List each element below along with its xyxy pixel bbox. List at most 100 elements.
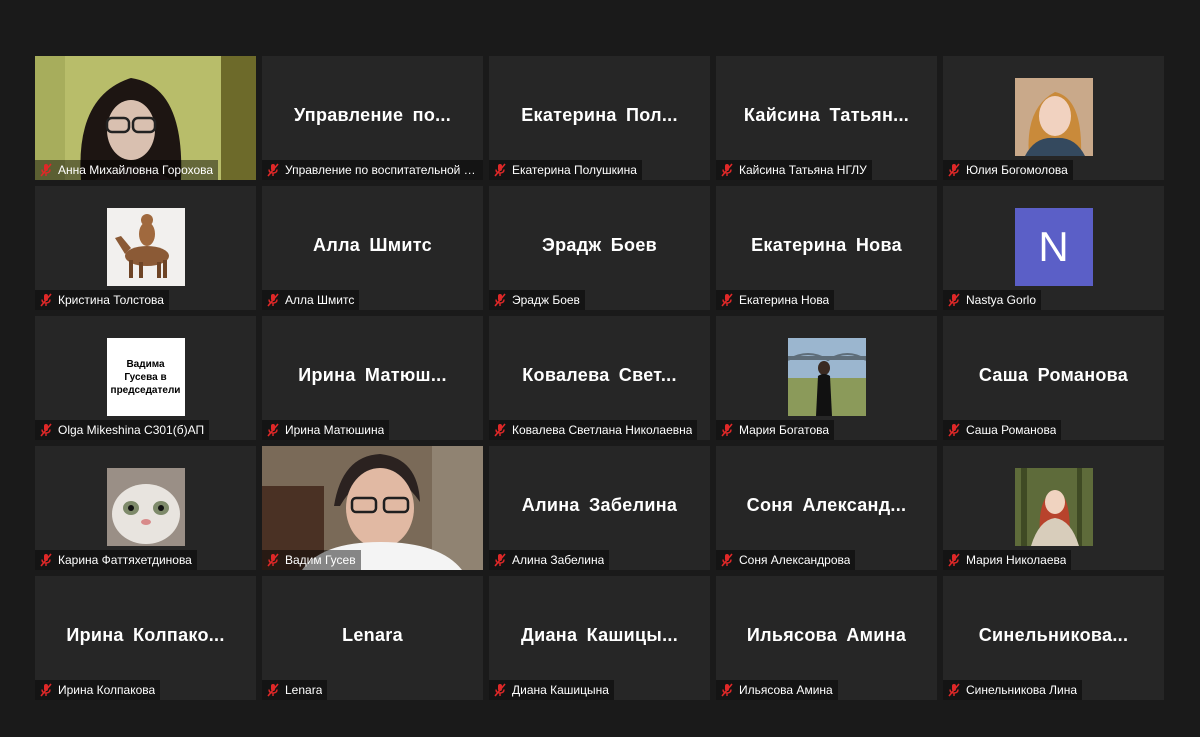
participant-name: Кайсина Татьяна НГЛУ [739, 163, 867, 177]
display-name: Соня Александ... [746, 494, 907, 515]
participant-name: Кристина Толстова [58, 293, 164, 307]
participant-name: Алла Шмитс [285, 293, 355, 307]
mic-muted-icon [720, 293, 734, 307]
display-name: Ирина Колпако... [66, 624, 225, 645]
participant-name: Эрадж Боев [512, 293, 580, 307]
participant-tile[interactable]: Юлия Богомолова [943, 56, 1164, 180]
name-label: Ильясова Амина [716, 680, 838, 700]
name-label: Кристина Толстова [35, 290, 169, 310]
name-label: Lenara [262, 680, 328, 700]
mic-muted-icon [266, 683, 280, 697]
participant-tile[interactable]: Соня Александ... Соня Александрова [716, 446, 937, 570]
display-name: Кайсина Татьян... [743, 104, 910, 125]
name-label: Olga Mikeshina С301(б)АП [35, 420, 210, 440]
display-name: Синельникова... [978, 624, 1129, 645]
participant-name: Управление по воспитательной р... [285, 163, 478, 177]
participant-tile[interactable]: Управление по... Управление по воспитател… [262, 56, 483, 180]
name-label: Анна Михайловна Горохова [35, 160, 219, 180]
participant-tile[interactable]: Карина Фаттяхетдинова [35, 446, 256, 570]
participant-tile[interactable]: Кристина Толстова [35, 186, 256, 310]
participant-tile[interactable]: Ирина Матюш... Ирина Матюшина [262, 316, 483, 440]
participant-name: Алина Забелина [512, 553, 605, 567]
participant-name: Ильясова Амина [739, 683, 833, 697]
mic-muted-icon [39, 683, 53, 697]
mic-muted-icon [720, 553, 734, 567]
participant-name: Ирина Колпакова [58, 683, 156, 697]
participant-name: Саша Романова [966, 423, 1057, 437]
mic-muted-icon [39, 163, 53, 177]
name-label: Саша Романова [943, 420, 1062, 440]
participant-tile[interactable]: N Nastya Gorlo [943, 186, 1164, 310]
profile-picture [787, 338, 866, 416]
mic-muted-icon [266, 423, 280, 437]
sign-avatar: Вадима Гусева в председатели [106, 338, 185, 416]
mic-muted-icon [493, 553, 507, 567]
display-name: Диана Кашицы... [520, 624, 678, 645]
name-label: Синельникова Лина [943, 680, 1083, 700]
mic-muted-icon [947, 683, 961, 697]
participant-name: Екатерина Полушкина [512, 163, 637, 177]
mic-muted-icon [493, 163, 507, 177]
name-label: Nastya Gorlo [943, 290, 1042, 310]
participant-name: Диана Кашицына [512, 683, 609, 697]
mic-muted-icon [266, 163, 280, 177]
participant-tile[interactable]: Алла Шмитс Алла Шмитс [262, 186, 483, 310]
name-label: Ирина Колпакова [35, 680, 161, 700]
display-name: Эрадж Боев [541, 234, 657, 255]
participant-tile[interactable]: Мария Николаева [943, 446, 1164, 570]
participant-tile[interactable]: Мария Богатова [716, 316, 937, 440]
mic-muted-icon [947, 553, 961, 567]
participant-tile[interactable]: Ирина Колпако... Ирина Колпакова [35, 576, 256, 700]
profile-picture [1014, 78, 1093, 156]
participant-name: Екатерина Нова [739, 293, 830, 307]
letter-avatar: N [1014, 208, 1093, 286]
display-name: Екатерина Нова [751, 234, 902, 255]
mic-muted-icon [720, 163, 734, 177]
name-label: Мария Богатова [716, 420, 835, 440]
participant-tile[interactable]: Ильясова Амина Ильясова Амина [716, 576, 937, 700]
name-label: Мария Николаева [943, 550, 1072, 570]
participant-tile[interactable]: Эрадж Боев Эрадж Боев [489, 186, 710, 310]
display-name: Lenara [342, 624, 403, 645]
profile-picture [106, 208, 185, 286]
mic-muted-icon [720, 423, 734, 437]
participant-name: Мария Богатова [739, 423, 830, 437]
participant-tile[interactable]: Анна Михайловна Горохова [35, 56, 256, 180]
participant-tile[interactable]: Екатерина Нова Екатерина Нова [716, 186, 937, 310]
participant-tile[interactable]: Алина Забелина Алина Забелина [489, 446, 710, 570]
participant-tile[interactable]: Синельникова... Синельникова Лина [943, 576, 1164, 700]
active-speaker-tile[interactable]: Вадим Гусев [262, 446, 483, 570]
name-label: Соня Александрова [716, 550, 856, 570]
name-label: Диана Кашицына [489, 680, 614, 700]
display-name: Екатерина Пол... [521, 104, 678, 125]
participant-name: Ирина Матюшина [285, 423, 385, 437]
participant-tile[interactable]: Екатерина Пол... Екатерина Полушкина [489, 56, 710, 180]
mic-muted-icon [947, 423, 961, 437]
mic-muted-icon [266, 293, 280, 307]
name-label: Ирина Матюшина [262, 420, 390, 440]
participant-name: Карина Фаттяхетдинова [58, 553, 192, 567]
participant-tile[interactable]: Вадима Гусева в председатели Olga Mikeshi… [35, 316, 256, 440]
participant-tile[interactable]: Диана Кашицы... Диана Кашицына [489, 576, 710, 700]
display-name: Управление по... [293, 104, 452, 125]
participant-tile[interactable]: Lenara Lenara [262, 576, 483, 700]
participant-tile[interactable]: Саша Романова Саша Романова [943, 316, 1164, 440]
participant-tile[interactable]: Кайсина Татьян... Кайсина Татьяна НГЛУ [716, 56, 937, 180]
name-label: Екатерина Полушкина [489, 160, 642, 180]
participant-tile[interactable]: Ковалева Свет... Ковалева Светлана Никола… [489, 316, 710, 440]
participant-name: Olga Mikeshina С301(б)АП [58, 423, 205, 437]
display-name: Алла Шмитс [313, 234, 432, 255]
name-label: Управление по воспитательной р... [262, 160, 483, 180]
name-label: Ковалева Светлана Николаевна [489, 420, 698, 440]
mic-muted-icon [720, 683, 734, 697]
participant-name: Вадим Гусев [285, 553, 356, 567]
participant-name: Lenara [285, 683, 323, 697]
name-label: Вадим Гусев [262, 550, 361, 570]
mic-muted-icon [493, 423, 507, 437]
name-label: Екатерина Нова [716, 290, 835, 310]
name-label: Карина Фаттяхетдинова [35, 550, 197, 570]
mic-muted-icon [39, 423, 53, 437]
mic-muted-icon [266, 553, 280, 567]
name-label: Кайсина Татьяна НГЛУ [716, 160, 872, 180]
profile-picture [106, 468, 185, 546]
